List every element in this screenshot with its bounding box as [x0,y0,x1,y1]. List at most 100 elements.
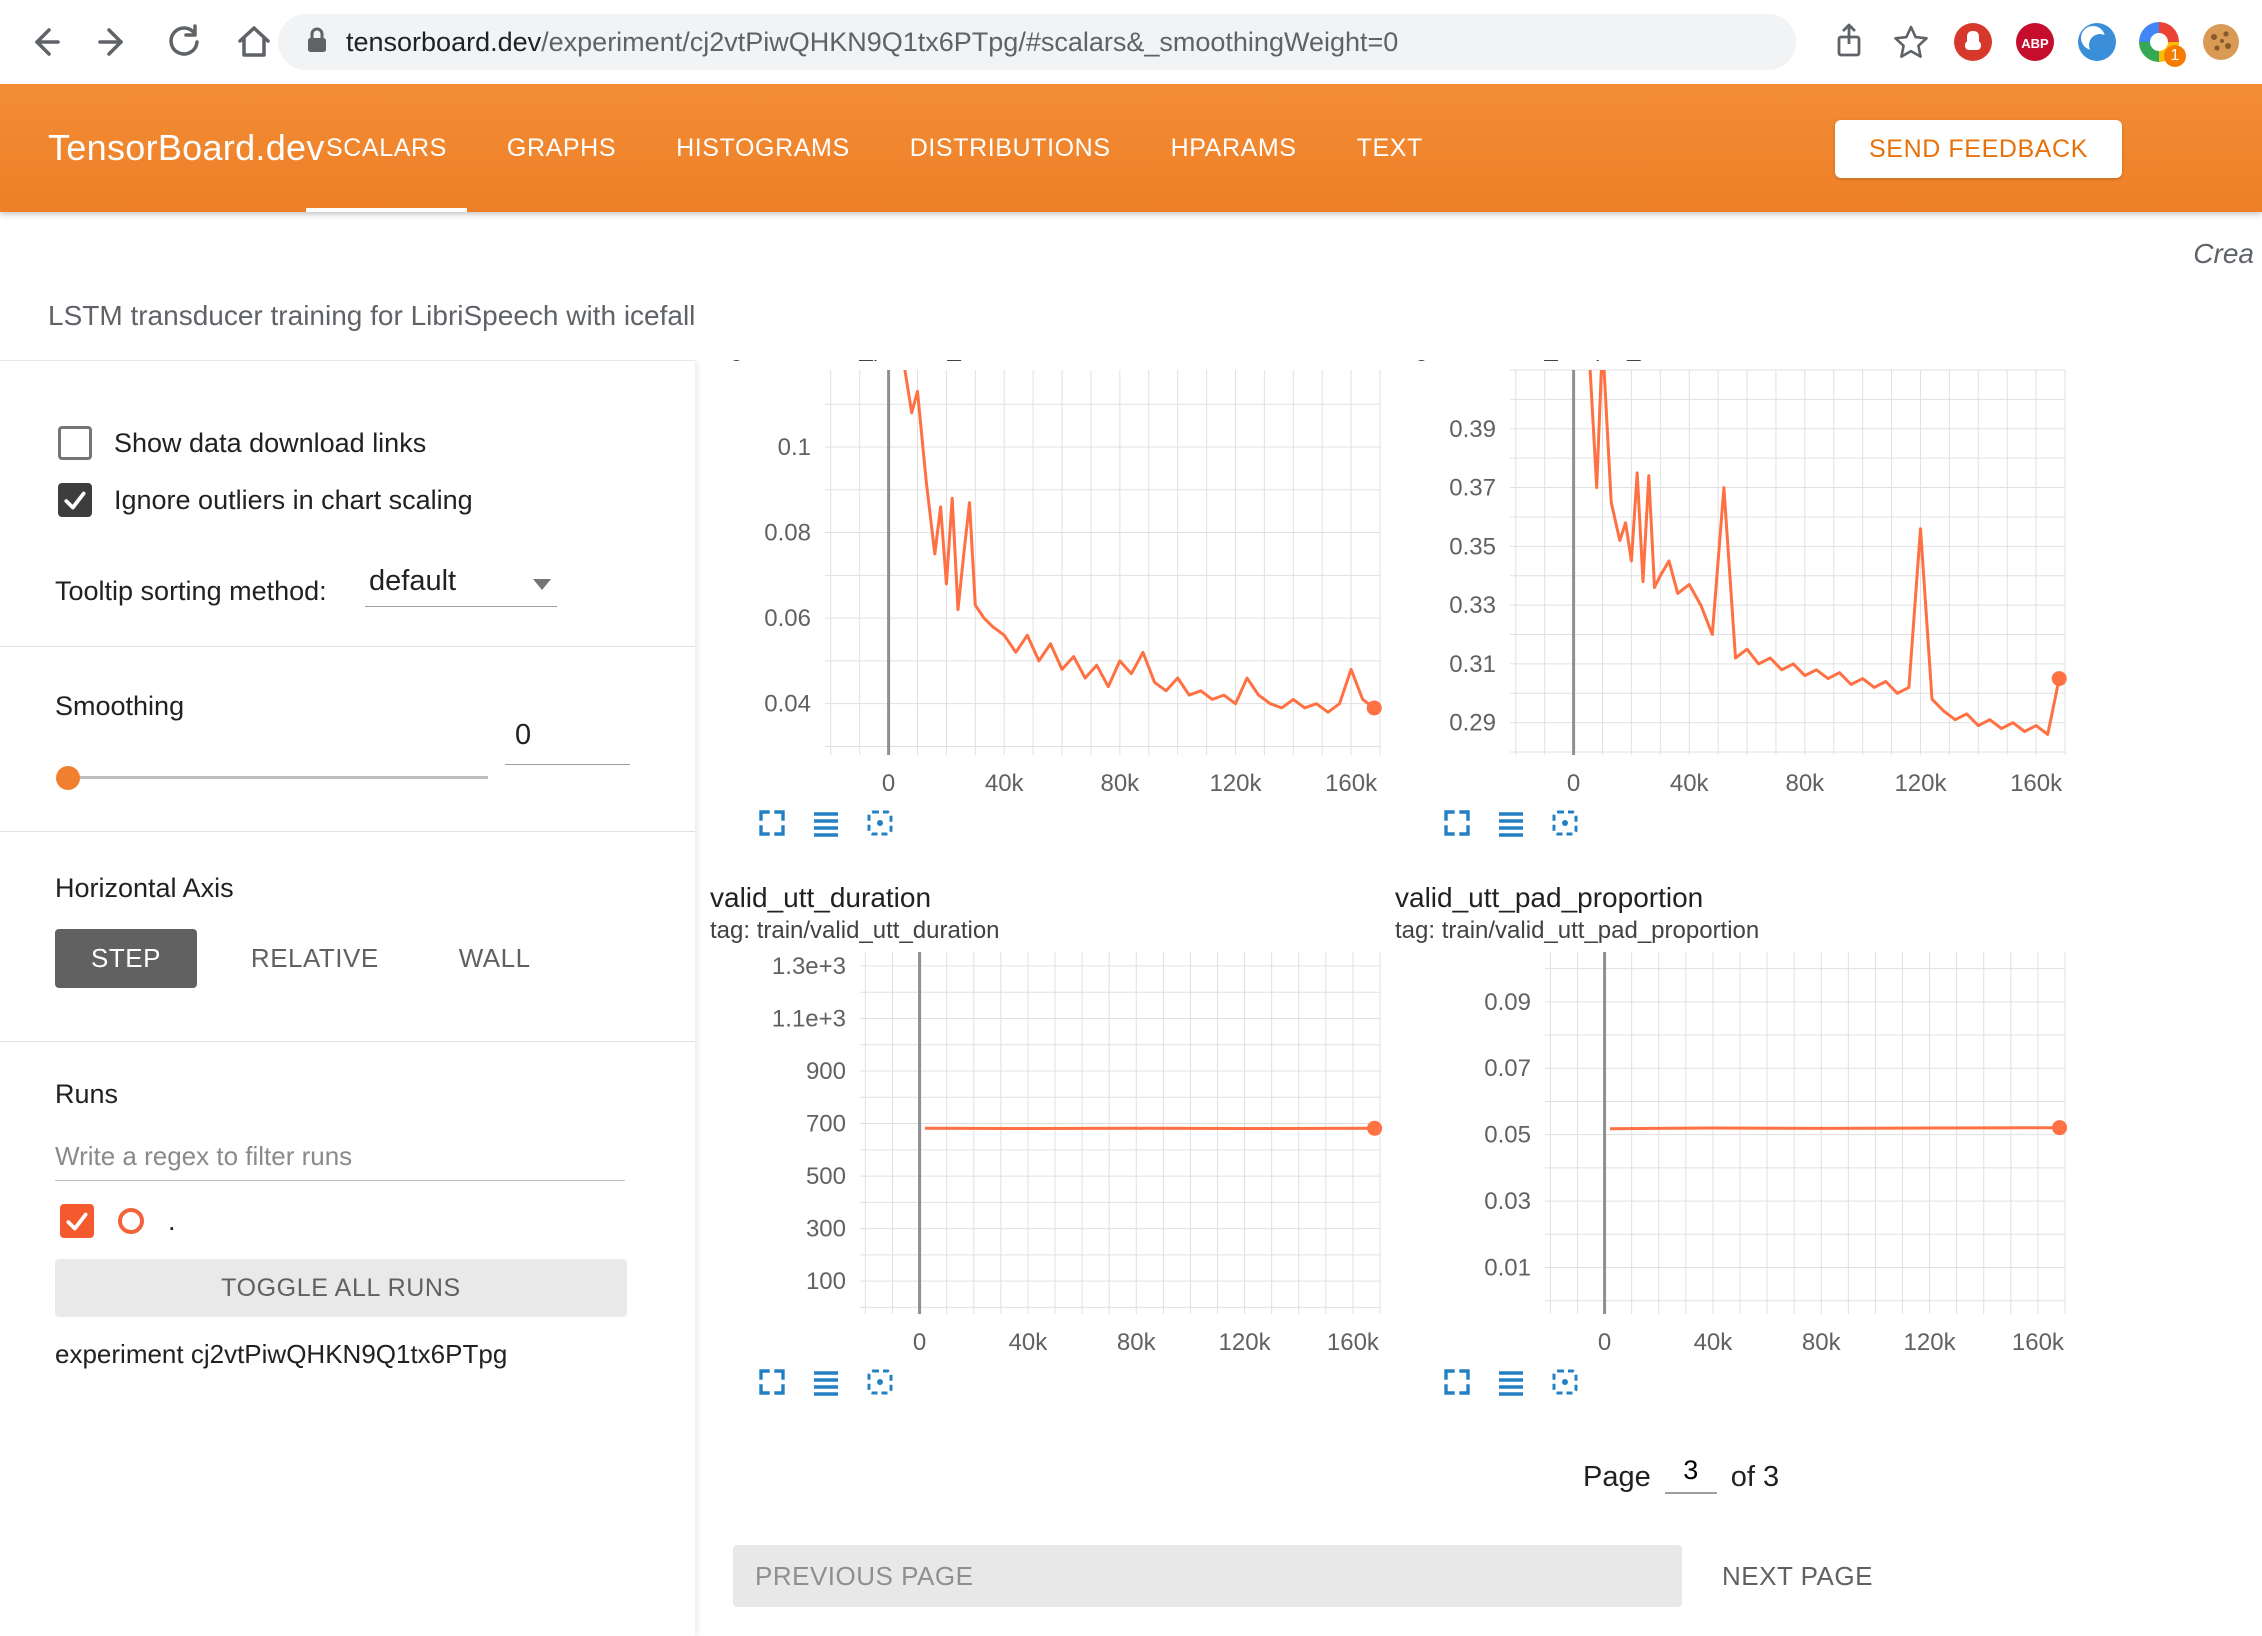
svg-text:0.29: 0.29 [1449,710,1496,737]
page-label: Page [1583,1461,1651,1494]
view-data-icon[interactable] [1495,1366,1527,1398]
svg-text:0: 0 [1567,770,1580,797]
svg-text:120k: 120k [1904,1329,1957,1356]
slider-thumb[interactable] [56,766,80,790]
smoothing-label: Smoothing [55,691,184,722]
previous-page-button[interactable]: PREVIOUS PAGE [733,1545,1682,1607]
ignore-outliers-label: Ignore outliers in chart scaling [114,485,473,516]
settings-sidebar: Show data download links Ignore outliers… [0,360,695,1636]
chevron-down-icon [533,579,551,590]
view-data-icon[interactable] [810,807,842,839]
send-feedback-button[interactable]: SEND FEEDBACK [1835,120,2122,178]
runs-label: Runs [55,1079,118,1110]
app-header: TensorBoard.dev SCALARS GRAPHS HISTOGRAM… [0,84,2262,212]
check-icon [62,487,88,513]
expand-chart-icon[interactable] [756,807,788,839]
svg-text:0.33: 0.33 [1449,592,1496,619]
chart-actions [756,807,1400,839]
browser-toolbar: tensorboard.dev/experiment/cj2vtPiwQHKN9… [0,0,2262,84]
show-download-links-checkbox[interactable] [58,426,92,460]
chart-valid-simple-loss[interactable]: 0.290.310.330.350.370.39040k80k120k160k [1395,364,2079,801]
svg-text:0.1: 0.1 [778,434,811,461]
forward-icon[interactable] [94,22,134,62]
avatar-badge: 1 [2164,45,2186,67]
horizontal-axis-buttons: STEP RELATIVE WALL [55,929,557,988]
blue-extension-icon[interactable] [2076,21,2118,63]
run-color-indicator[interactable] [118,1208,144,1234]
axis-step-button[interactable]: STEP [55,929,197,988]
check-icon [64,1208,90,1234]
home-icon[interactable] [234,22,274,62]
show-download-links-row: Show data download links [58,426,426,460]
charts-area: valid_pruned_loss tag: train/valid_prune… [695,360,2262,1636]
svg-text:0.06: 0.06 [764,605,811,632]
svg-text:1.3e+3: 1.3e+3 [772,953,846,980]
profile-avatar[interactable]: 1 [2138,21,2180,63]
reload-icon[interactable] [164,22,204,62]
chart-card-valid-simple-loss: valid_simple_loss tag: train/valid_simpl… [1395,360,2085,839]
bookmark-star-icon[interactable] [1890,21,1932,63]
tab-text[interactable]: TEXT [1327,84,1453,212]
tab-scalars[interactable]: SCALARS [296,84,477,212]
tab-graphs[interactable]: GRAPHS [477,84,646,212]
address-bar[interactable]: tensorboard.dev/experiment/cj2vtPiwQHKN9… [278,14,1796,70]
abp-extension-icon[interactable]: ABP [2014,21,2056,63]
chart-tag: tag: train/valid_utt_duration [710,916,1400,946]
expand-chart-icon[interactable] [756,1366,788,1398]
adblock-extension-icon[interactable] [1952,21,1994,63]
svg-text:0.01: 0.01 [1484,1255,1531,1282]
experiment-description: LSTM transducer training for LibriSpeech… [48,300,695,332]
axis-wall-button[interactable]: WALL [433,929,557,988]
back-icon[interactable] [24,22,64,62]
svg-text:120k: 120k [1219,1329,1272,1356]
chart-card-valid-pruned-loss: valid_pruned_loss tag: train/valid_prune… [710,360,1400,839]
svg-text:40k: 40k [1009,1329,1049,1356]
expand-chart-icon[interactable] [1441,1366,1473,1398]
svg-text:160k: 160k [2010,770,2063,797]
svg-text:0: 0 [1598,1329,1611,1356]
fit-domain-icon[interactable] [864,807,896,839]
chart-valid-utt-duration[interactable]: 1003005007009001.1e+31.3e+3040k80k120k16… [710,946,1394,1360]
main-nav: SCALARS GRAPHS HISTOGRAMS DISTRIBUTIONS … [296,84,1453,212]
tab-distributions[interactable]: DISTRIBUTIONS [880,84,1141,212]
smoothing-slider[interactable] [58,766,488,790]
view-data-icon[interactable] [810,1366,842,1398]
url-text: tensorboard.dev/experiment/cj2vtPiwQHKN9… [346,27,1398,58]
svg-text:80k: 80k [1802,1329,1842,1356]
toggle-all-runs-button[interactable]: TOGGLE ALL RUNS [55,1259,627,1317]
run-checkbox[interactable] [60,1204,94,1238]
tab-histograms[interactable]: HISTOGRAMS [646,84,880,212]
svg-text:900: 900 [806,1058,846,1085]
svg-text:0.04: 0.04 [764,691,811,718]
smoothing-value[interactable]: 0 [505,719,630,765]
cookie-extension-icon[interactable] [2200,21,2242,63]
next-page-button[interactable]: NEXT PAGE [1712,1545,1883,1607]
share-icon[interactable] [1828,21,1870,63]
chart-valid-pruned-loss[interactable]: 0.040.060.080.1040k80k120k160k [710,364,1394,801]
svg-text:40k: 40k [1670,770,1710,797]
chart-valid-utt-pad-proportion[interactable]: 0.010.030.050.070.09040k80k120k160k [1395,946,2079,1360]
svg-text:0.08: 0.08 [764,520,811,547]
svg-text:80k: 80k [1117,1329,1157,1356]
page-number-input[interactable] [1665,1455,1717,1494]
tooltip-sorting-dropdown[interactable]: default [365,561,557,607]
pagination: Page of 3 [1583,1455,1779,1494]
axis-relative-button[interactable]: RELATIVE [225,929,405,988]
chart-card-valid-utt-pad-proportion: valid_utt_pad_proportion tag: train/vali… [1395,880,2085,1398]
chart-title: valid_utt_pad_proportion [1395,880,2085,916]
horizontal-axis-label: Horizontal Axis [55,873,234,904]
tab-hparams[interactable]: HPARAMS [1141,84,1327,212]
tooltip-sorting-value: default [365,561,557,601]
fit-domain-icon[interactable] [864,1366,896,1398]
fit-domain-icon[interactable] [1549,1366,1581,1398]
slider-track [58,776,488,779]
svg-text:1.1e+3: 1.1e+3 [772,1005,846,1032]
tooltip-sorting-label: Tooltip sorting method: [55,576,327,607]
ignore-outliers-checkbox[interactable] [58,483,92,517]
expand-chart-icon[interactable] [1441,807,1473,839]
view-data-icon[interactable] [1495,807,1527,839]
fit-domain-icon[interactable] [1549,807,1581,839]
page-of-label: of 3 [1731,1461,1779,1494]
runs-filter-input[interactable] [55,1133,625,1181]
svg-text:ABP: ABP [2021,36,2049,51]
